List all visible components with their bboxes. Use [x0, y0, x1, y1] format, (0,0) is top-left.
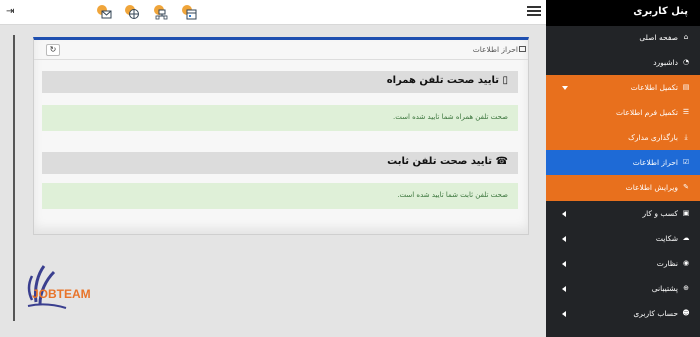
section-title: ▯ تایید صحت تلفن همراه [387, 75, 508, 86]
sidebar-title: پنل کاربری [633, 6, 688, 17]
logo-text: JOBTEAM [32, 287, 91, 301]
landline-section-header: ☎ تایید صحت تلفن ثابت [42, 152, 518, 174]
sidebar-item-label: حساب کاربری [633, 309, 678, 318]
sidebar-item-label: کسب و کار [642, 209, 679, 218]
mobile-verified-alert: صحت تلفن همراه شما تایید شده است. [42, 105, 518, 131]
content-divider [13, 35, 15, 321]
sidebar-header: پنل کاربری [546, 0, 700, 26]
mobile-section-header: ▯ تایید صحت تلفن همراه [42, 71, 518, 93]
upload-icon: ⤓ [684, 133, 688, 141]
sidebar-item-label: نظارت [656, 259, 678, 268]
sidebar-item-label: احراز اطلاعات [632, 158, 678, 167]
sidebar-item-verify-info[interactable]: ☑ احراز اطلاعات [546, 150, 700, 175]
chevron-left-icon [562, 261, 566, 267]
sidebar-item-home[interactable]: ⌂ صفحه اصلی [546, 25, 700, 50]
list-icon: ☰ [682, 108, 690, 116]
id-card-icon: ▤ [682, 83, 690, 91]
dashboard-icon: ◔ [682, 58, 690, 66]
sidebar-item-supervision[interactable]: ◉ نظارت [546, 251, 700, 276]
chevron-left-icon [562, 311, 566, 317]
sidebar-item-label: تکمیل اطلاعات [630, 83, 678, 92]
logout-icon[interactable]: ⇥ [6, 6, 20, 18]
sidebar-item-business[interactable]: ▣ کسب و کار [546, 201, 700, 226]
sidebar-item-label: تکمیل فرم اطلاعات [616, 108, 678, 117]
sidebar-item-label: داشبورد [653, 58, 678, 67]
chevron-left-icon [562, 286, 566, 292]
phone-icon: ☎ [495, 156, 508, 167]
sidebar-item-support[interactable]: ⊕ پشتیبانی [546, 276, 700, 301]
mobile-section-title: تایید صحت تلفن همراه [386, 75, 499, 86]
section-title: ☎ تایید صحت تلفن ثابت [387, 156, 508, 167]
panel-header: ↻ احراز اطلاعات [34, 40, 528, 60]
network-notification-icon[interactable] [124, 4, 140, 20]
briefcase-icon: ▣ [682, 209, 690, 217]
sidebar-item-label: ویرایش اطلاعات [625, 183, 678, 192]
mail-notification-icon[interactable] [96, 4, 112, 20]
menu-toggle-icon[interactable] [527, 6, 541, 18]
sidebar-item-info-form[interactable]: ☰ تکمیل فرم اطلاعات [546, 100, 700, 125]
sidebar-item-account[interactable]: ☻ حساب کاربری [546, 301, 700, 326]
edit-icon: ✎ [683, 183, 689, 191]
verification-panel: ↻ احراز اطلاعات ▯ تایید صحت تلفن همراه ص… [33, 37, 529, 235]
sidebar-item-label: شکایت [655, 234, 678, 243]
calendar-notification-icon[interactable] [181, 4, 197, 20]
eye-icon: ◉ [682, 259, 690, 267]
sidebar-item-dashboard[interactable]: ◔ داشبورد [546, 50, 700, 75]
id-card-icon [519, 46, 526, 52]
sidebar-item-complaint[interactable]: ☁ شکایت [546, 226, 700, 251]
alert-message: صحت تلفن همراه شما تایید شده است. [392, 113, 508, 121]
sidebar-item-complete-info[interactable]: ▤ تکمیل اطلاعات [546, 75, 700, 100]
sidebar-item-label: بارگذاری مدارک [628, 133, 678, 142]
home-icon: ⌂ [683, 33, 689, 41]
user-icon: ☻ [682, 309, 690, 317]
sidebar-item-upload-docs[interactable]: ⤓ بارگذاری مدارک [546, 125, 700, 150]
check-square-icon: ☑ [682, 158, 690, 166]
refresh-button[interactable]: ↻ [46, 44, 60, 56]
top-bar: ⇥ [0, 0, 546, 25]
sidebar: پنل کاربری ⌂ صفحه اصلی ◔ داشبورد ▤ تکمیل… [546, 0, 700, 337]
cloud-icon: ☁ [682, 234, 690, 242]
sidebar-item-label: صفحه اصلی [639, 33, 678, 42]
sidebar-item-label: پشتیبانی [651, 284, 678, 293]
alert-message: صحت تلفن ثابت شما تایید شده است. [397, 191, 508, 199]
sidebar-item-edit-info[interactable]: ✎ ویرایش اطلاعات [546, 175, 700, 200]
panel-title: احراز اطلاعات [472, 45, 518, 54]
landline-verified-alert: صحت تلفن ثابت شما تایید شده است. [42, 183, 518, 209]
chevron-left-icon [562, 211, 566, 217]
mobile-icon: ▯ [502, 75, 508, 86]
chevron-left-icon [562, 236, 566, 242]
sitemap-notification-icon[interactable] [153, 4, 169, 20]
landline-section-title: تایید صحت تلفن ثابت [387, 156, 493, 167]
chevron-down-icon [562, 86, 568, 90]
support-icon: ⊕ [683, 284, 689, 292]
